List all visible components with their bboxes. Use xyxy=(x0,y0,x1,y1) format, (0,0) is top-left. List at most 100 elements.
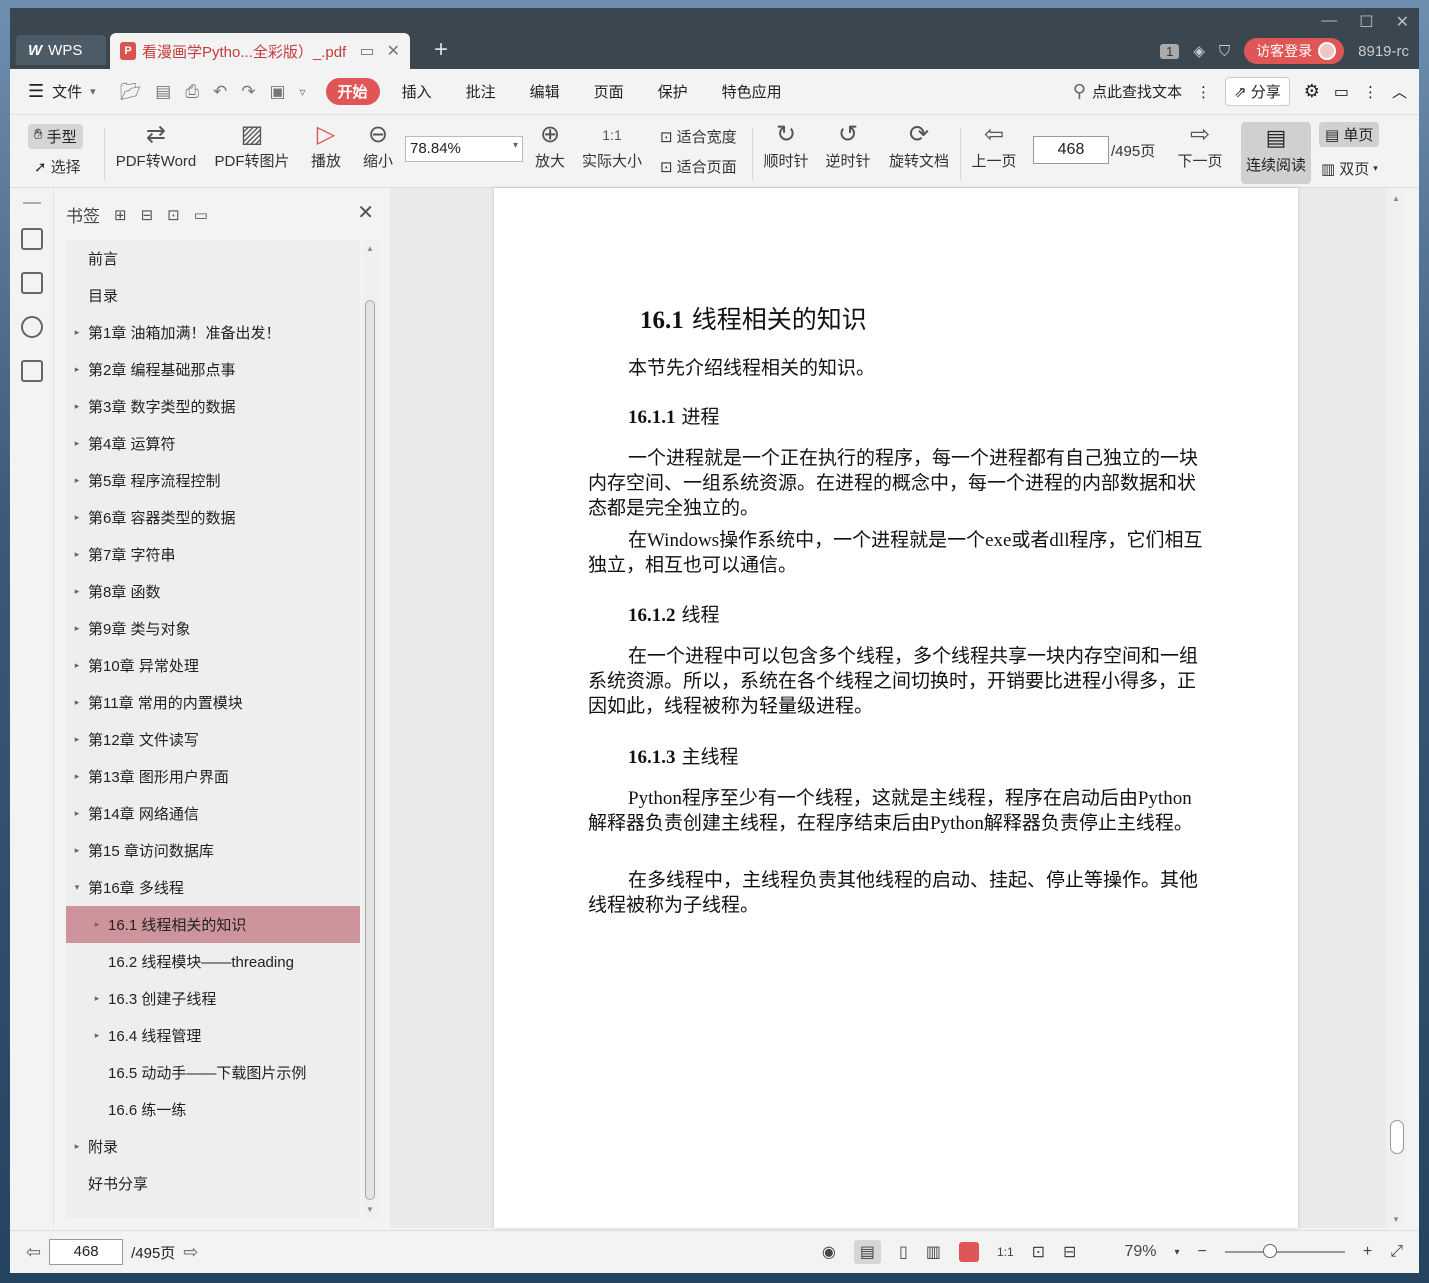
bookmark-item[interactable]: ▸ 第10章 异常处理 xyxy=(66,647,360,684)
scroll-down-icon[interactable]: ▼ xyxy=(1386,1215,1406,1224)
zoom-out-button[interactable]: ⊖ 缩小 xyxy=(360,120,396,171)
zoom-select[interactable]: 78.84% ▾ xyxy=(405,136,523,162)
undo-icon[interactable]: ↶ xyxy=(213,82,227,102)
single-page-button[interactable]: ▤ 单页 xyxy=(1319,122,1380,147)
next-page-icon[interactable]: ⇨ xyxy=(183,1242,198,1263)
scrollbar-thumb[interactable] xyxy=(1390,1120,1404,1154)
caret-right-icon[interactable]: ▸ xyxy=(66,327,88,338)
zoom-percent[interactable]: 79% xyxy=(1124,1243,1156,1261)
more-options-icon[interactable]: ⋮ xyxy=(1196,83,1211,101)
document-tab[interactable]: P 看漫画学Pytho...全彩版）_.pdf ▭ ✕ xyxy=(110,33,410,69)
play-button[interactable]: ▷ 播放 xyxy=(306,120,346,171)
bookmark-item[interactable]: ▸ 第4章 运算符 xyxy=(66,425,360,462)
bookmark-item[interactable]: ▸ 第11章 常用的内置模块 xyxy=(66,684,360,721)
bookmark-item[interactable]: ▸ 第9章 类与对象 xyxy=(66,610,360,647)
image-extract-icon[interactable] xyxy=(20,360,43,382)
wps-home-tab[interactable]: W WPS xyxy=(16,35,106,65)
tab-edit[interactable]: 编辑 xyxy=(518,78,572,105)
window-count-badge[interactable]: 1 xyxy=(1160,43,1180,59)
page-number-input[interactable]: 468 xyxy=(1033,136,1109,164)
print-icon[interactable]: ⎙ xyxy=(185,82,199,102)
bookmark-item[interactable]: ▾ 第16章 多线程 xyxy=(66,869,360,906)
caret-down-icon[interactable]: ▾ xyxy=(66,882,88,893)
caret-right-icon[interactable]: ▸ xyxy=(86,1030,108,1041)
bookmark-item[interactable]: ▸ 第7章 字符串 xyxy=(66,536,360,573)
double-view-icon[interactable]: ▥ xyxy=(926,1242,941,1262)
bookmark-item[interactable]: ▸ 16.1 线程相关的知识 xyxy=(66,906,360,943)
bookmark-item[interactable]: ▸ 16.4 线程管理 xyxy=(66,1017,360,1054)
actual-size-icon[interactable]: 1:1 xyxy=(997,1245,1014,1259)
scroll-up-icon[interactable]: ▲ xyxy=(1386,194,1406,203)
caret-right-icon[interactable]: ▸ xyxy=(86,919,108,930)
bookmark-item[interactable]: ▸ 第13章 图形用户界面 xyxy=(66,758,360,795)
caret-right-icon[interactable]: ▸ xyxy=(66,660,88,671)
fit-page-icon[interactable]: ⊡ xyxy=(1032,1242,1045,1262)
guest-login-button[interactable]: 访客登录 xyxy=(1244,38,1345,64)
tab-special[interactable]: 特色应用 xyxy=(710,78,794,105)
caret-right-icon[interactable]: ▸ xyxy=(66,364,88,375)
zoom-slider[interactable] xyxy=(1224,1244,1345,1258)
chevron-down-icon[interactable]: ▾ xyxy=(1174,1247,1179,1258)
bookmark-item[interactable]: 目录 xyxy=(66,277,360,314)
caret-right-icon[interactable]: ▸ xyxy=(66,401,88,412)
bookmark-scrollbar[interactable]: ▲ ▼ xyxy=(362,240,378,1218)
bookmark-item[interactable]: ▸ 附录 xyxy=(66,1128,360,1165)
prev-page-icon[interactable]: ⇦ xyxy=(26,1242,41,1263)
rotate-document-button[interactable]: ⟳ 旋转文档 xyxy=(886,120,952,171)
fullscreen-icon[interactable]: ⤢ xyxy=(1390,1243,1403,1261)
bookmark-item[interactable]: 16.5 动动手——下载图片示例 xyxy=(66,1054,360,1091)
caret-right-icon[interactable]: ▸ xyxy=(66,1141,88,1152)
minimize-icon[interactable]: — xyxy=(1321,12,1337,32)
gear-icon[interactable]: ⚙ xyxy=(1304,81,1320,102)
monitor-icon[interactable]: ▭ xyxy=(359,41,374,61)
pdf-to-word-button[interactable]: ⇄ PDF转Word xyxy=(114,120,198,171)
new-tab-button[interactable]: + xyxy=(434,38,448,62)
caret-right-icon[interactable]: ▸ xyxy=(66,734,88,745)
annotation-icon[interactable] xyxy=(20,316,43,338)
bookmark-item[interactable]: ▸ 第6章 容器类型的数据 xyxy=(66,499,360,536)
actual-size-button[interactable]: 1:1 实际大小 xyxy=(580,120,644,171)
document-scrollbar[interactable]: ▲ ▼ xyxy=(1386,188,1406,1228)
tab-start[interactable]: 开始 xyxy=(325,78,380,105)
bookmark-item[interactable]: ▸ 第1章 油箱加满！准备出发！ xyxy=(66,314,360,351)
more-vertical-icon[interactable]: ⋮ xyxy=(1363,83,1378,101)
single-view-icon[interactable]: ▯ xyxy=(899,1242,908,1262)
bookmark-item[interactable]: ▸ 第14章 网络通信 xyxy=(66,795,360,832)
tab-annotate[interactable]: 批注 xyxy=(454,78,508,105)
caret-right-icon[interactable]: ▸ xyxy=(66,512,88,523)
bookmark-item[interactable]: ▸ 16.3 创建子线程 xyxy=(66,980,360,1017)
prev-page-button[interactable]: ⇦ 上一页 xyxy=(970,120,1018,171)
select-tool-button[interactable]: ➚ 选择 xyxy=(34,156,81,177)
bookmark-item[interactable]: ▸ 第3章 数字类型的数据 xyxy=(66,388,360,425)
scrollbar-thumb[interactable] xyxy=(365,300,375,1200)
bookmark-item[interactable]: ▸ 第2章 编程基础那点事 xyxy=(66,351,360,388)
fit-page-button[interactable]: ⊡ 适合页面 xyxy=(660,156,737,177)
close-window-icon[interactable]: ✕ xyxy=(1396,12,1409,32)
maximize-icon[interactable]: ☐ xyxy=(1359,12,1373,32)
outline-icon[interactable] xyxy=(20,228,43,250)
pdf-to-image-button[interactable]: ▨ PDF转图片 xyxy=(210,120,294,171)
caret-right-icon[interactable]: ▸ xyxy=(66,697,88,708)
caret-right-icon[interactable]: ▸ xyxy=(66,623,88,634)
continuous-read-button[interactable]: ▤ 连续阅读 xyxy=(1241,122,1311,184)
bookmark-item[interactable]: ▸ 第5章 程序流程控制 xyxy=(66,462,360,499)
bookmark-item[interactable]: 前言 xyxy=(66,240,360,277)
hand-tool-button[interactable]: ✋︎ 手型 xyxy=(28,124,83,149)
open-folder-icon[interactable]: 📂︎ xyxy=(120,82,142,102)
caret-right-icon[interactable]: ▸ xyxy=(66,475,88,486)
bookmark-item[interactable]: 16.6 练一练 xyxy=(66,1091,360,1128)
caret-right-icon[interactable]: ▸ xyxy=(66,771,88,782)
next-page-button[interactable]: ⇨ 下一页 xyxy=(1176,120,1224,171)
play-slideshow-icon[interactable] xyxy=(958,1242,979,1262)
chat-icon[interactable]: ▭ xyxy=(1334,82,1349,102)
save-icon[interactable]: ▤ xyxy=(155,82,171,102)
collapse-all-icon[interactable]: ⊟ xyxy=(141,206,154,224)
zoom-slider-knob[interactable] xyxy=(1262,1244,1277,1258)
fit-width-icon[interactable]: ⊟ xyxy=(1063,1242,1076,1262)
close-icon[interactable]: ✕ xyxy=(357,200,374,225)
caret-right-icon[interactable]: ▸ xyxy=(66,438,88,449)
caret-right-icon[interactable]: ▸ xyxy=(86,993,108,1004)
export-image-icon[interactable]: ▣ xyxy=(269,82,285,102)
bookmark-item[interactable]: ▸ 第15 章访问数据库 xyxy=(66,832,360,869)
caret-right-icon[interactable]: ▸ xyxy=(66,549,88,560)
